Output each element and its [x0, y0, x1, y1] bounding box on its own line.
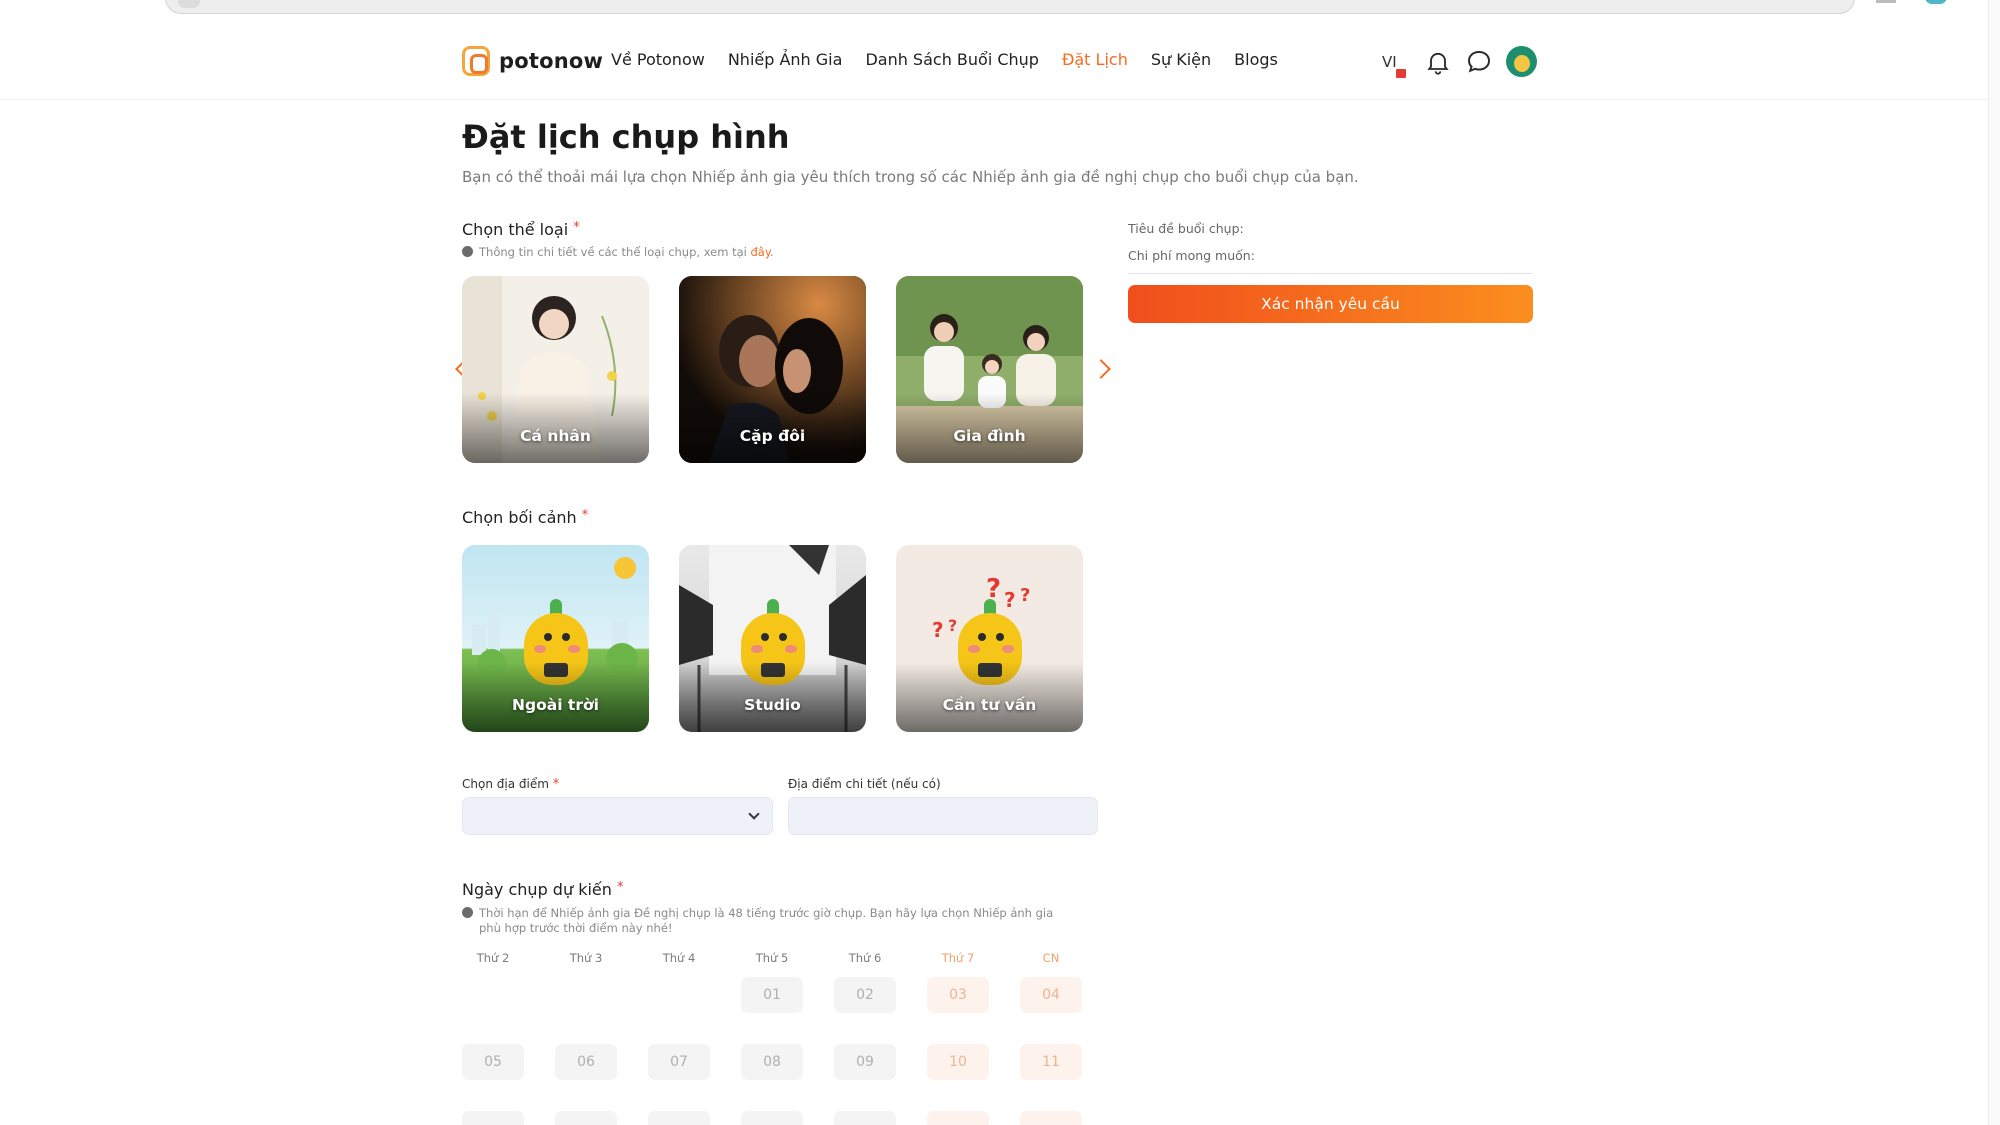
- info-icon: [462, 246, 473, 257]
- date-note: Thời hạn để Nhiếp ảnh gia Đề nghị chụp l…: [462, 906, 1062, 936]
- calendar-day[interactable]: 11: [1020, 1044, 1082, 1080]
- logo-icon: [462, 46, 490, 76]
- weekday-label: Thứ 6: [848, 951, 882, 965]
- calendar-day[interactable]: 07: [648, 1044, 710, 1080]
- context-label-text: Chọn bối cảnh: [462, 508, 577, 527]
- browser-back-icon[interactable]: [178, 0, 200, 8]
- logo-text: potonow: [499, 49, 604, 73]
- location-detail-input[interactable]: [788, 797, 1098, 835]
- calendar-day[interactable]: [927, 1111, 989, 1125]
- browser-profile-icon[interactable]: [1925, 0, 1947, 4]
- site-header: potonow Về Potonow Nhiếp Ảnh Gia Danh Sá…: [0, 22, 1988, 100]
- main-nav: Về Potonow Nhiếp Ảnh Gia Danh Sách Buổi …: [611, 50, 1301, 69]
- category-section-label: Chọn thể loại *: [462, 220, 580, 239]
- carousel-next-icon[interactable]: [1091, 359, 1111, 379]
- category-label-text: Chọn thể loại: [462, 220, 569, 239]
- language-switcher[interactable]: VI: [1382, 52, 1412, 78]
- chevron-down-icon: [748, 808, 760, 820]
- calendar-day[interactable]: [1020, 1111, 1082, 1125]
- card-label: Cá nhân: [520, 427, 591, 445]
- date-label-text: Ngày chụp dự kiến: [462, 880, 612, 899]
- calendar-day[interactable]: 01: [741, 977, 803, 1013]
- date-note-line1: Thời hạn để Nhiếp ảnh gia Đề nghị chụp l…: [479, 906, 1054, 920]
- category-note: Thông tin chi tiết về các thể loại chụp,…: [462, 245, 774, 259]
- calendar-day[interactable]: 04: [1020, 977, 1082, 1013]
- calendar-day[interactable]: 02: [834, 977, 896, 1013]
- calendar-day[interactable]: [648, 1111, 710, 1125]
- weekday-label: Thứ 3: [569, 951, 603, 965]
- chat-icon[interactable]: [1464, 47, 1494, 77]
- context-card-can-tu-van[interactable]: ? ? ? ? ? Cần tư vấn: [896, 545, 1083, 732]
- vietnam-flag-icon: [1396, 68, 1406, 78]
- calendar-day[interactable]: 06: [555, 1044, 617, 1080]
- card-label: Studio: [744, 696, 801, 714]
- browser-menu-icon[interactable]: [1876, 0, 1896, 3]
- page-title: Đặt lịch chụp hình: [462, 118, 790, 156]
- category-note-text: Thông tin chi tiết về các thể loại chụp,…: [479, 245, 747, 259]
- confirm-request-button[interactable]: Xác nhận yêu cầu: [1128, 285, 1533, 323]
- avatar[interactable]: [1506, 46, 1537, 77]
- context-card-studio[interactable]: Studio: [679, 545, 866, 732]
- nav-item-dat-lich[interactable]: Đặt Lịch: [1062, 50, 1128, 69]
- logo[interactable]: potonow: [462, 46, 603, 76]
- date-note-line2: phù hợp trước thời điểm này nhé!: [479, 921, 673, 935]
- category-card-ca-nhan[interactable]: Cá nhân: [462, 276, 649, 463]
- weekday-label: Thứ 5: [755, 951, 789, 965]
- calendar-day[interactable]: [834, 1111, 896, 1125]
- calendar-day[interactable]: 05: [462, 1044, 524, 1080]
- category-card-gia-dinh[interactable]: Gia đình: [896, 276, 1083, 463]
- session-title-label: Tiêu đề buổi chụp:: [1128, 221, 1244, 236]
- card-label: Cặp đôi: [739, 427, 806, 445]
- calendar-day[interactable]: [462, 1111, 524, 1125]
- weekday-label: Thứ 4: [662, 951, 696, 965]
- context-card-ngoai-troi[interactable]: Ngoài trời: [462, 545, 649, 732]
- category-note-suffix: .: [770, 245, 774, 259]
- card-label: Cần tư vấn: [942, 696, 1037, 714]
- expected-cost-label: Chi phí mong muốn:: [1128, 248, 1255, 263]
- nav-item-su-kien[interactable]: Sự Kiện: [1151, 50, 1211, 69]
- summary-divider: [1128, 273, 1533, 274]
- nav-item-ve-potonow[interactable]: Về Potonow: [611, 50, 705, 69]
- category-card-cap-doi[interactable]: Cặp đôi: [679, 276, 866, 463]
- browser-top-bar: [0, 0, 2000, 22]
- location-detail-label: Địa điểm chi tiết (nếu có): [788, 777, 941, 791]
- calendar-day[interactable]: 10: [927, 1044, 989, 1080]
- required-mark: *: [552, 777, 560, 792]
- info-icon: [462, 907, 473, 918]
- required-mark: *: [616, 880, 624, 895]
- language-code: VI: [1382, 52, 1397, 71]
- browser-address-bar[interactable]: [165, 0, 1855, 14]
- location-select-label-text: Chọn địa điểm: [462, 777, 549, 791]
- date-section-label: Ngày chụp dự kiến *: [462, 880, 623, 899]
- calendar-day[interactable]: [741, 1111, 803, 1125]
- nav-item-nhiep-anh-gia[interactable]: Nhiếp Ảnh Gia: [728, 50, 843, 69]
- calendar-day[interactable]: [555, 1111, 617, 1125]
- page-scrollbar[interactable]: [1988, 0, 2000, 1125]
- nav-item-blogs[interactable]: Blogs: [1234, 50, 1278, 69]
- required-mark: *: [573, 220, 580, 235]
- bell-icon[interactable]: [1424, 48, 1452, 76]
- context-section-label: Chọn bối cảnh *: [462, 508, 588, 527]
- header-actions: VI: [1382, 46, 1537, 78]
- weekday-label: Thứ 2: [476, 951, 510, 965]
- calendar-day[interactable]: 08: [741, 1044, 803, 1080]
- nav-item-danh-sach-buoi-chup[interactable]: Danh Sách Buổi Chụp: [865, 50, 1039, 69]
- location-select-label: Chọn địa điểm *: [462, 777, 559, 792]
- weekday-label: CN: [1042, 951, 1060, 965]
- svg-text:?: ?: [932, 618, 944, 642]
- calendar-day[interactable]: 09: [834, 1044, 896, 1080]
- card-label: Gia đình: [953, 427, 1026, 445]
- page-subtitle: Bạn có thể thoải mái lựa chọn Nhiếp ảnh …: [462, 168, 1359, 186]
- calendar-day[interactable]: 03: [927, 977, 989, 1013]
- category-info-link[interactable]: đây: [751, 245, 771, 259]
- card-label: Ngoài trời: [512, 696, 599, 714]
- required-mark: *: [581, 508, 589, 523]
- weekday-label: Thứ 7: [941, 951, 975, 965]
- location-select[interactable]: [462, 797, 773, 835]
